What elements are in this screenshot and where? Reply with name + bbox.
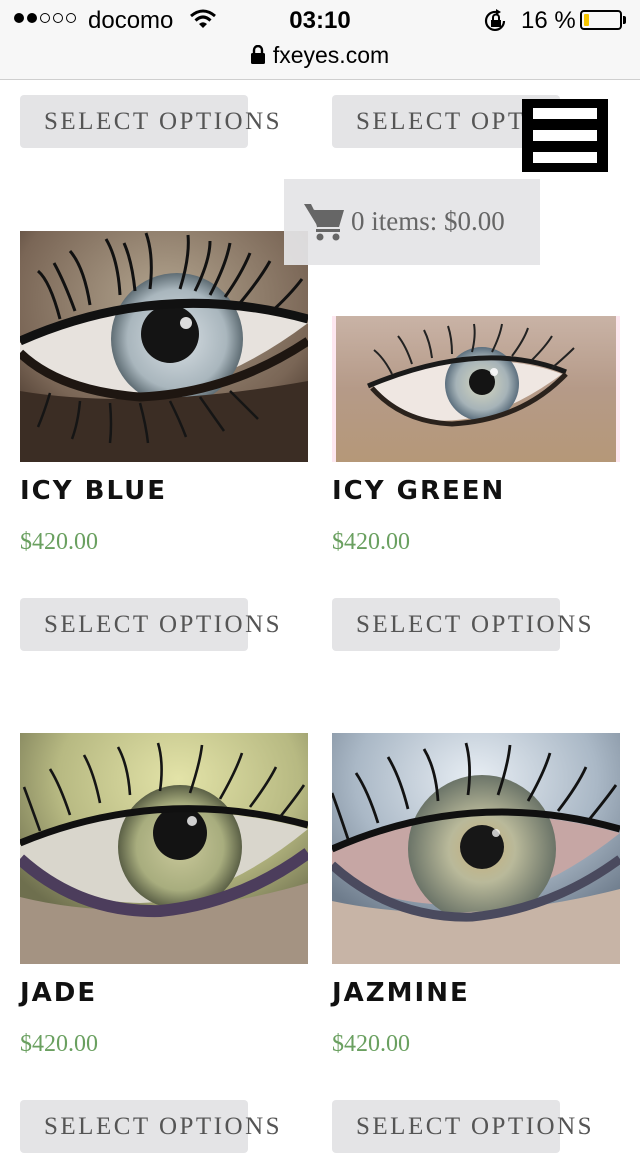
status-bar: docomo 03:10 16 % fxeyes.com (0, 0, 640, 80)
product-price: $420.00 (332, 529, 410, 555)
battery-percentage: 16 % (521, 7, 576, 34)
menu-icon-bar (533, 130, 597, 141)
product-image-icy-blue[interactable] (20, 231, 308, 462)
select-options-button[interactable]: SELECT OPTIONS (20, 598, 280, 651)
select-options-button[interactable]: SELECT OPTIONS (332, 1100, 592, 1153)
menu-icon-bar (533, 108, 597, 119)
select-options-button[interactable]: SELECT OPTIONS (20, 95, 280, 148)
product-price: $420.00 (20, 1031, 98, 1057)
product-image-icy-green[interactable] (332, 316, 620, 462)
product-image-jazmine[interactable] (332, 733, 620, 964)
product-image-jade[interactable] (20, 733, 308, 964)
product-name[interactable]: JADE (20, 978, 97, 1008)
shopping-cart-icon (304, 204, 344, 241)
product-price: $420.00 (332, 1031, 410, 1057)
product-price: $420.00 (20, 529, 98, 555)
orientation-lock-icon (484, 9, 506, 32)
product-name[interactable]: ICY BLUE (20, 476, 167, 506)
url-bar[interactable]: fxeyes.com (0, 42, 640, 69)
product-name[interactable]: ICY GREEN (332, 476, 505, 506)
select-options-button[interactable]: SELECT OPTIONS (332, 598, 592, 651)
url-text: fxeyes.com (272, 42, 390, 68)
cart-widget[interactable]: 0 items: $0.00 (284, 179, 540, 265)
product-name[interactable]: JAZMINE (332, 978, 470, 1008)
select-options-button[interactable]: SELECT OPTIONS (20, 1100, 280, 1153)
padlock-icon (250, 45, 265, 64)
menu-button[interactable] (522, 99, 608, 172)
battery-nub (623, 16, 626, 24)
battery-icon (580, 10, 622, 30)
cart-summary: 0 items: $0.00 (351, 206, 505, 236)
menu-icon-bar (533, 152, 597, 163)
